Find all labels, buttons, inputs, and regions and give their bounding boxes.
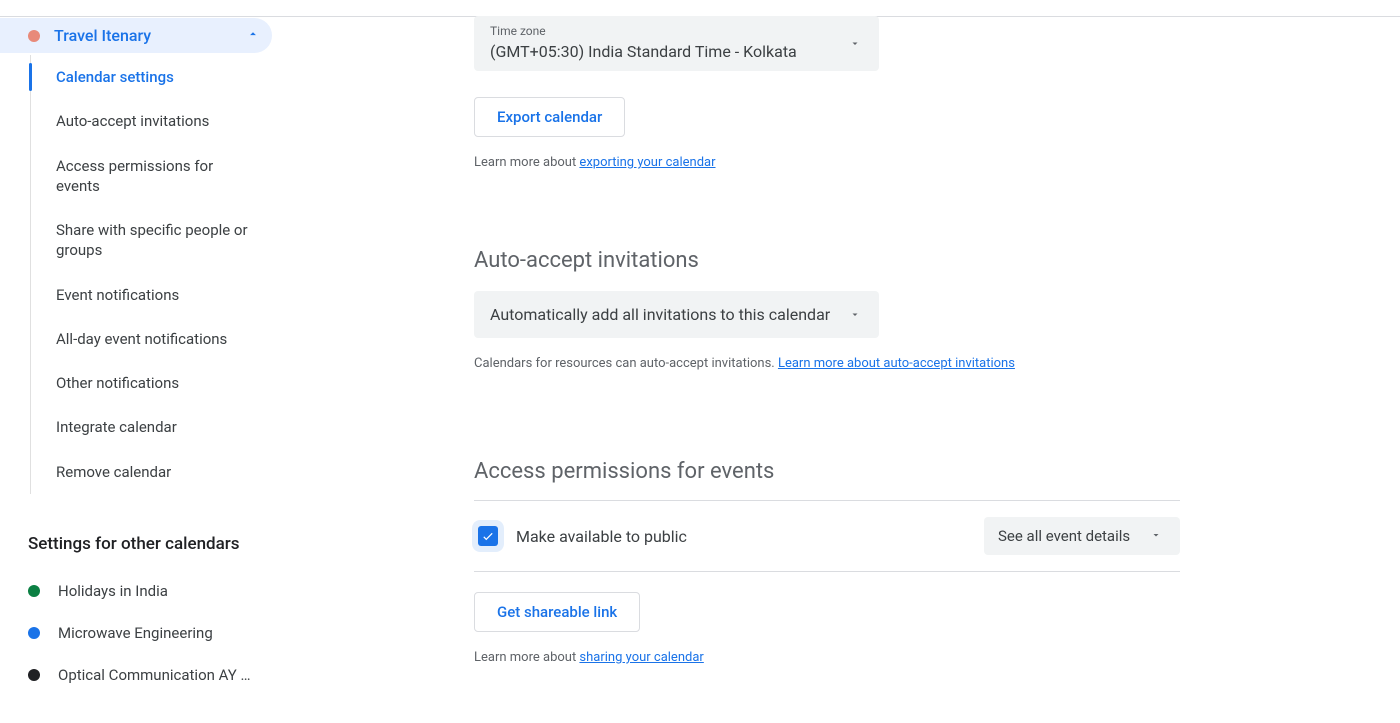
calendar-color-dot	[28, 30, 40, 42]
helper-prefix: Calendars for resources can auto-accept …	[474, 356, 778, 371]
subnav-calendar-settings[interactable]: Calendar settings	[30, 55, 274, 99]
subnav-share-specific[interactable]: Share with specific people or groups	[30, 208, 274, 273]
get-shareable-link-button[interactable]: Get shareable link	[474, 592, 640, 632]
auto-accept-help-link[interactable]: Learn more about auto-accept invitations	[778, 356, 1015, 371]
make-public-label: Make available to public	[516, 527, 984, 546]
auto-accept-dropdown[interactable]: Automatically add all invitations to thi…	[474, 291, 879, 338]
sharing-help-link[interactable]: sharing your calendar	[579, 650, 703, 665]
other-calendars-list: Holidays in India Microwave Engineering …	[28, 570, 290, 696]
sidebar: Travel Itenary Calendar settings Auto-ac…	[0, 18, 290, 696]
auto-accept-dropdown-value: Automatically add all invitations to thi…	[490, 305, 830, 324]
other-calendar-holidays[interactable]: Holidays in India	[28, 570, 272, 612]
make-public-checkbox[interactable]	[478, 526, 498, 546]
dropdown-arrow-icon	[849, 305, 861, 324]
subnav-auto-accept[interactable]: Auto-accept invitations	[30, 99, 274, 143]
auto-accept-section-title: Auto-accept invitations	[474, 248, 1184, 273]
other-calendar-label: Microwave Engineering	[58, 624, 213, 642]
subnav-remove-calendar[interactable]: Remove calendar	[30, 450, 274, 494]
dropdown-arrow-icon	[1150, 527, 1162, 545]
helper-prefix: Learn more about	[474, 155, 579, 170]
other-calendar-optical[interactable]: Optical Communication AY …	[28, 654, 272, 696]
sidebar-calendar-title: Travel Itenary	[54, 26, 246, 45]
calendar-color-dot	[28, 627, 40, 639]
timezone-label: Time zone	[490, 24, 863, 38]
main-content: Time zone (GMT+05:30) India Standard Tim…	[474, 16, 1184, 665]
other-calendars-heading: Settings for other calendars	[28, 534, 290, 554]
timezone-dropdown[interactable]: Time zone (GMT+05:30) India Standard Tim…	[474, 16, 879, 71]
export-calendar-button[interactable]: Export calendar	[474, 97, 625, 137]
sharing-helper-text: Learn more about sharing your calendar	[474, 650, 1184, 665]
calendar-color-dot	[28, 585, 40, 597]
subnav-other-notifications[interactable]: Other notifications	[30, 361, 274, 405]
export-help-link[interactable]: exporting your calendar	[579, 155, 715, 170]
timezone-value: (GMT+05:30) India Standard Time - Kolkat…	[490, 42, 863, 61]
other-calendar-label: Optical Communication AY …	[58, 666, 251, 684]
export-helper-text: Learn more about exporting your calendar	[474, 155, 1184, 170]
dropdown-arrow-icon	[849, 34, 861, 53]
public-permission-row: Make available to public See all event d…	[474, 500, 1180, 572]
permissions-section-title: Access permissions for events	[474, 459, 1184, 484]
subnav-integrate-calendar[interactable]: Integrate calendar	[30, 405, 274, 449]
calendar-color-dot	[28, 669, 40, 681]
sidebar-calendar-header[interactable]: Travel Itenary	[0, 18, 272, 53]
auto-accept-helper-text: Calendars for resources can auto-accept …	[474, 356, 1184, 371]
helper-prefix: Learn more about	[474, 650, 579, 665]
event-detail-dropdown[interactable]: See all event details	[984, 517, 1180, 555]
event-detail-dropdown-value: See all event details	[998, 527, 1130, 545]
sidebar-subnav: Calendar settings Auto-accept invitation…	[28, 55, 290, 494]
chevron-up-icon	[246, 27, 260, 45]
other-calendar-microwave[interactable]: Microwave Engineering	[28, 612, 272, 654]
subnav-event-notifications[interactable]: Event notifications	[30, 273, 274, 317]
subnav-access-permissions[interactable]: Access permissions for events	[30, 144, 274, 209]
other-calendar-label: Holidays in India	[58, 582, 168, 600]
subnav-allday-notifications[interactable]: All-day event notifications	[30, 317, 274, 361]
